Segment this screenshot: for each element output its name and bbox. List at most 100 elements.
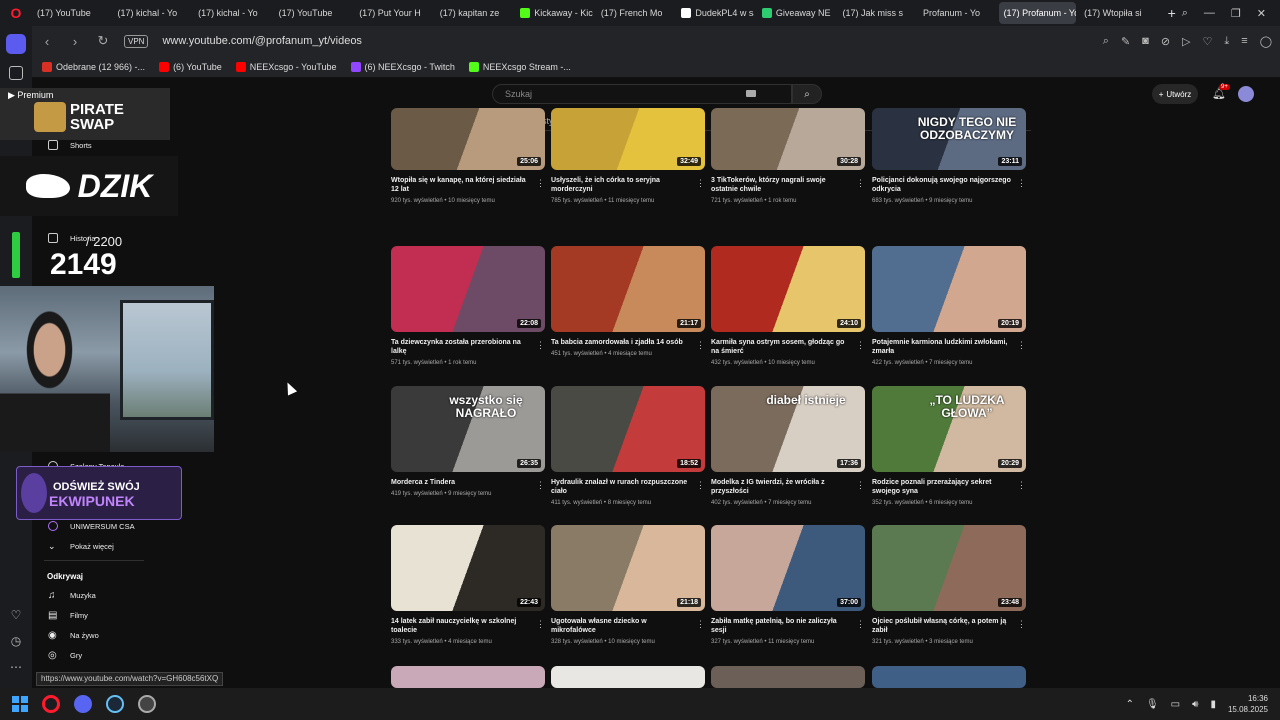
guide-show-more[interactable]: ⌄ Pokaż więcej <box>48 541 114 552</box>
video-card[interactable]: 18:52 ⋮ Hydraulik znalazł w rurach rozpusz… <box>551 386 705 506</box>
video-thumbnail[interactable]: 22:08 <box>391 246 545 332</box>
browser-tab[interactable]: Profanum - Yo <box>32 2 996 88</box>
video-card[interactable]: wszystko się NAGRAŁO 26:35 ⋮ Morderca z Tin… <box>391 386 545 497</box>
video-thumbnail[interactable]: 25:06 <box>391 108 545 170</box>
video-thumbnail[interactable] <box>551 666 705 688</box>
video-card[interactable]: NIGDY TEGO NIE ODZOBACZYMY 23:11 ⋮ Policjan… <box>872 108 1026 204</box>
easy-setup-icon[interactable]: ≡ <box>1241 35 1247 48</box>
video-title[interactable]: Modelka z IG twierdzi, że wróciła z przy… <box>711 478 851 496</box>
browser-tab[interactable]: (17) Wtopiła si <box>32 2 1157 88</box>
video-menu-icon[interactable]: ⋮ <box>856 178 865 189</box>
close-window-button[interactable]: ✕ <box>1257 7 1266 20</box>
video-menu-icon[interactable]: ⋮ <box>696 178 705 189</box>
bookmark-item[interactable]: NEEXcsgo Stream -... <box>468 61 571 72</box>
bookmark-item[interactable]: NEEXcsgo - YouTube <box>235 61 337 72</box>
video-card[interactable]: „TO LUDZKA GŁOWA” 20:29 ⋮ Rodzice poznali p… <box>872 386 1026 506</box>
video-card[interactable]: 37:00 ⋮ Zabiła matkę patelnią, bo nie zali… <box>711 525 865 645</box>
history-icon[interactable]: ◷ <box>11 634 21 648</box>
video-card[interactable]: 30:28 ⋮ 3 TikTokerów, którzy nagrali swoje… <box>711 108 865 204</box>
video-title[interactable]: Ojciec poślubił własną córkę, a potem ją… <box>872 617 1012 635</box>
video-title[interactable]: Usłyszeli, że ich córka to seryjna morde… <box>551 176 691 194</box>
guide-item-shorts[interactable]: Shorts <box>48 140 92 150</box>
tab-search-icon[interactable]: ⌕ <box>1182 7 1188 20</box>
clock[interactable]: 16:36 15.08.2025 <box>1228 693 1268 715</box>
video-card[interactable]: diabeł istnieje 17:36 ⋮ Modelka z IG twierd… <box>711 386 865 506</box>
back-button[interactable]: ‹ <box>40 34 54 49</box>
browser-tab[interactable]: (17) Jak miss s <box>32 2 915 88</box>
guide-item-music[interactable]: ♫ Muzyka <box>48 590 96 601</box>
video-menu-icon[interactable]: ⋮ <box>696 340 705 351</box>
keyboard-icon[interactable] <box>746 90 756 97</box>
browser-tab[interactable]: Kickaway - Kick <box>515 2 593 24</box>
browser-tab[interactable]: Giveaway NE <box>757 2 835 24</box>
network-icon[interactable]: ▭ <box>1171 699 1180 710</box>
video-card[interactable]: 20:19 ⋮ Potajemnie karmiona ludzkimi zwłok… <box>872 246 1026 366</box>
video-menu-icon[interactable]: ⋮ <box>1017 619 1026 630</box>
browser-tab[interactable]: (17) French Mo <box>32 2 674 88</box>
search-button[interactable]: ⌕ <box>792 84 822 104</box>
video-title[interactable]: Zabiła matkę patelnią, bo nie zaliczyła … <box>711 617 851 635</box>
video-thumbnail[interactable]: NIGDY TEGO NIE ODZOBACZYMY 23:11 <box>872 108 1026 170</box>
forward-button[interactable]: › <box>68 34 82 49</box>
video-card[interactable]: 23:48 ⋮ Ojciec poślubił własną córkę, a po… <box>872 525 1026 645</box>
more-icon[interactable]: ⋯ <box>10 660 22 674</box>
video-menu-icon[interactable]: ⋮ <box>1017 178 1026 189</box>
browser-tab[interactable]: (17) kichal - Yo <box>32 2 191 88</box>
video-title[interactable]: Rodzice poznali przerażający sekret swoj… <box>872 478 1012 496</box>
video-menu-icon[interactable]: ⋮ <box>696 480 705 491</box>
bookmark-item[interactable]: Odebrane (12 966) -... <box>42 61 145 72</box>
opera-logo-icon[interactable]: O <box>0 0 32 26</box>
video-menu-icon[interactable]: ⋮ <box>1017 340 1026 351</box>
video-menu-icon[interactable]: ⋮ <box>696 619 705 630</box>
aria-icon[interactable] <box>9 66 23 80</box>
video-thumbnail[interactable]: 21:18 <box>551 525 705 611</box>
video-menu-icon[interactable]: ⋮ <box>856 619 865 630</box>
video-thumbnail[interactable] <box>711 666 865 688</box>
video-title[interactable]: Policjanci dokonują swojego najgorszego … <box>872 176 1012 194</box>
video-thumbnail[interactable]: 24:10 <box>711 246 865 332</box>
browser-tab[interactable]: (17) kapitan ze <box>32 2 513 88</box>
video-card[interactable]: 22:08 ⋮ Ta dziewczynka została przerobiona… <box>391 246 545 366</box>
downloads-icon[interactable]: ⤓ <box>1224 35 1229 48</box>
url-field[interactable]: www.youtube.com/@profanum_yt/videos <box>162 35 1088 47</box>
video-thumbnail[interactable]: 18:52 <box>551 386 705 472</box>
account-avatar[interactable] <box>1238 86 1254 102</box>
video-title[interactable]: Ta babcia zamordowała i zjadła 14 osób <box>551 338 691 347</box>
video-thumbnail[interactable]: wszystko się NAGRAŁO 26:35 <box>391 386 545 472</box>
edit-icon[interactable]: ✎ <box>1121 35 1130 48</box>
video-thumbnail[interactable]: 23:48 <box>872 525 1026 611</box>
guide-item-live[interactable]: ◉ Na żywo <box>48 630 99 641</box>
home-icon[interactable] <box>6 34 26 54</box>
video-menu-icon[interactable]: ⋮ <box>536 340 545 351</box>
video-card[interactable]: 32:49 ⋮ Usłyszeli, że ich córka to seryjna… <box>551 108 705 204</box>
video-thumbnail[interactable]: 30:28 <box>711 108 865 170</box>
guide-item-gaming[interactable]: ◎ Gry <box>48 650 82 661</box>
video-thumbnail[interactable]: 21:17 <box>551 246 705 332</box>
speaker-icon[interactable]: 🔊︎ <box>1192 699 1198 710</box>
guide-item-movies[interactable]: ▤ Filmy <box>48 610 88 621</box>
video-thumbnail[interactable] <box>391 666 545 688</box>
video-title[interactable]: 14 latek zabił nauczycielkę w szkolnej t… <box>391 617 531 635</box>
video-title[interactable]: Potajemnie karmiona ludzkimi zwłokami, z… <box>872 338 1012 356</box>
video-menu-icon[interactable]: ⋮ <box>1017 480 1026 491</box>
battery-icon[interactable]: ▮ <box>1210 699 1216 710</box>
video-title[interactable]: Ugotowała własne dziecko w mikrofalówce <box>551 617 691 635</box>
maximize-button[interactable]: ❐ <box>1231 7 1241 20</box>
video-card[interactable]: 24:10 ⋮ Karmiła syna ostrym sosem, głodząc… <box>711 246 865 366</box>
video-thumbnail[interactable] <box>872 666 1026 688</box>
camera-icon[interactable]: ◙ <box>1142 35 1149 48</box>
browser-tab[interactable]: (17) kichal - Yo <box>32 2 271 88</box>
browser-tab[interactable]: (17) Profanum - YouTube <box>32 2 1077 88</box>
browser-tab[interactable]: (17) Put Your H <box>32 2 432 88</box>
video-menu-icon[interactable]: ⋮ <box>536 178 545 189</box>
video-title[interactable]: Morderca z Tindera <box>391 478 531 487</box>
bookmark-heart-icon[interactable]: ♡ <box>1203 35 1213 48</box>
create-button[interactable]: + Utwórz <box>1152 84 1198 104</box>
video-menu-icon[interactable]: ⋮ <box>536 619 545 630</box>
guide-item-uniwersum[interactable]: UNIWERSUM CSA <box>48 521 135 531</box>
bookmark-item[interactable]: (6) NEEXcsgo - Twitch <box>350 61 455 72</box>
heart-icon[interactable]: ♡ <box>11 608 22 622</box>
video-card[interactable]: 21:18 ⋮ Ugotowała własne dziecko w mikrofa… <box>551 525 705 645</box>
browser-tab[interactable]: DudekPL4 w sa <box>676 2 754 24</box>
video-menu-icon[interactable]: ⋮ <box>536 480 545 491</box>
